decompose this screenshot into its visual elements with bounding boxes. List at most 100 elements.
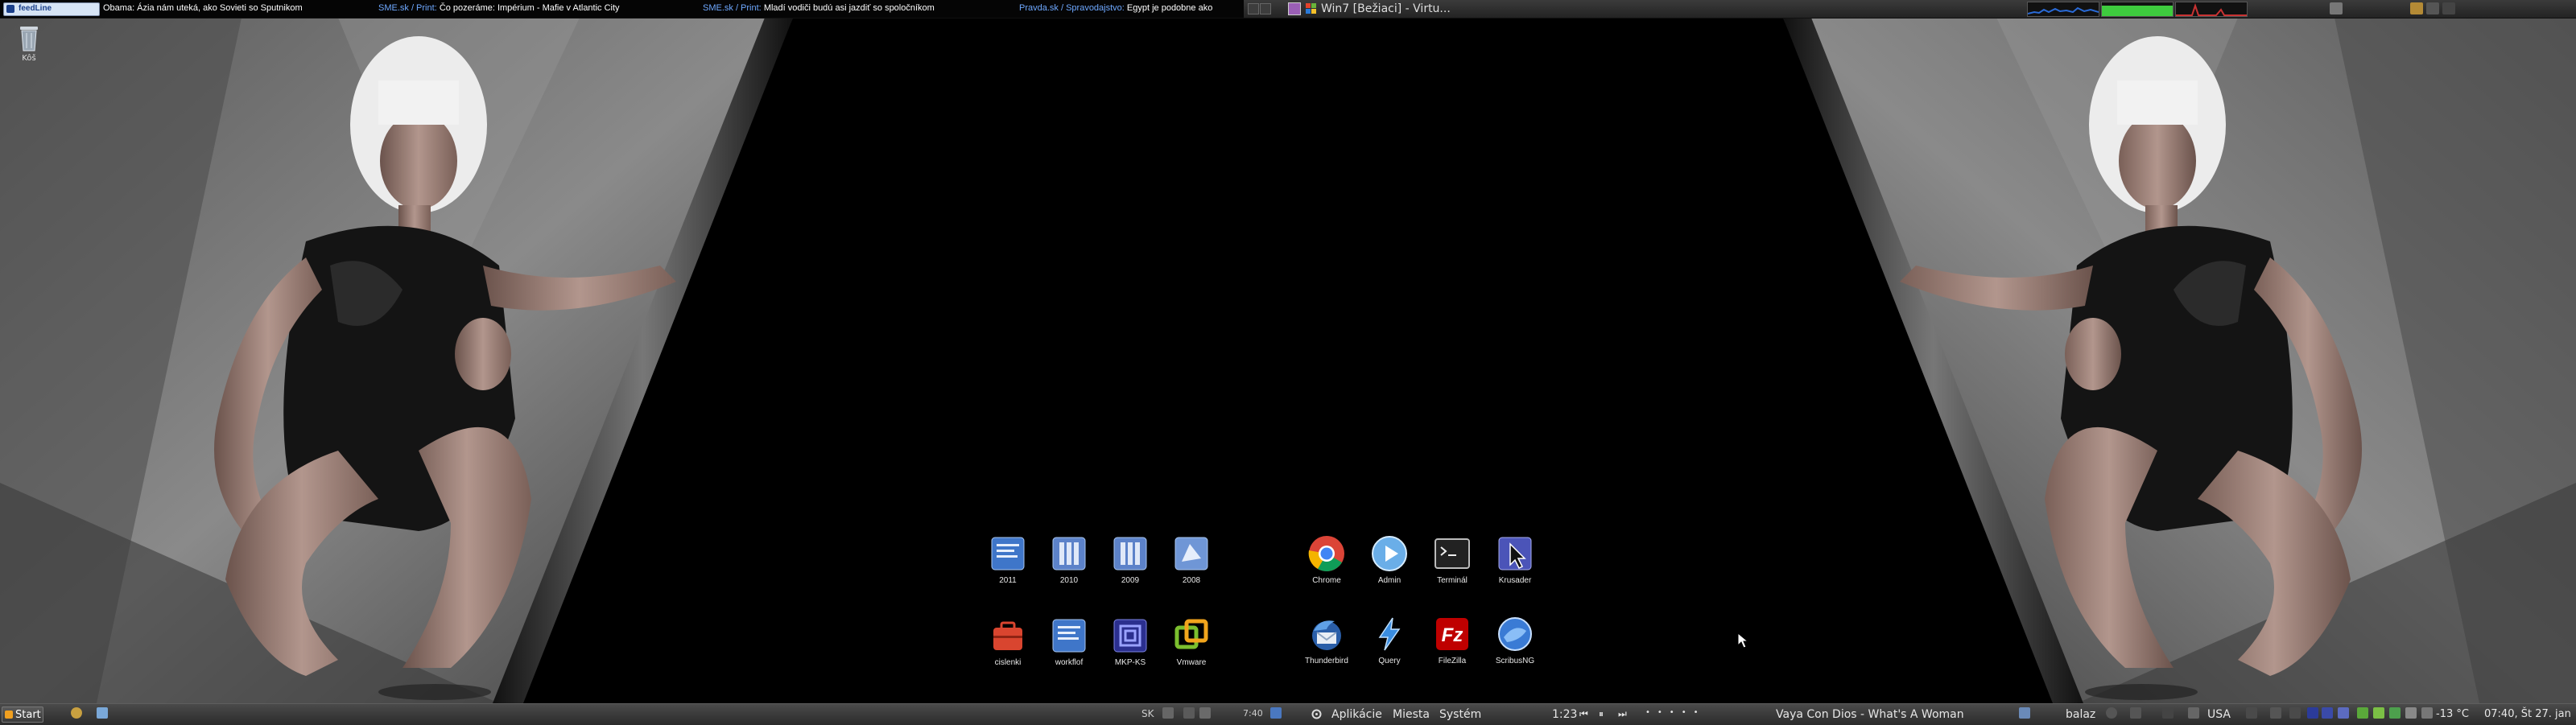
files-launcher-icon[interactable] [97, 707, 108, 719]
memory-monitor[interactable] [2101, 2, 2174, 17]
tray-icon[interactable] [1162, 707, 1174, 719]
trash-desktop-icon[interactable]: Kôš [13, 24, 45, 63]
previous-track-icon[interactable]: ⏮ [1579, 708, 1588, 720]
desktop-icon-scribusng[interactable]: ScribusNG [1483, 615, 1547, 666]
desktop-icon-vmware[interactable]: Vmware [1159, 616, 1224, 668]
desktop-icon-label: workflof [1055, 658, 1084, 667]
virtualbox-icon [1288, 2, 1301, 15]
network-icon[interactable] [2289, 707, 2301, 719]
ticker-headline: Egypt je podobne ako [1126, 3, 1213, 13]
menu-applications[interactable]: Aplikácie [1331, 708, 1382, 721]
applet-icon[interactable] [2426, 2, 2439, 14]
applet-icon[interactable] [2442, 2, 2455, 14]
tray-icon[interactable] [2405, 707, 2417, 719]
vmware-icon [1172, 616, 1211, 655]
vm-tray-icon[interactable] [1270, 707, 1282, 719]
network-monitor[interactable] [2027, 2, 2099, 17]
desktop-icon-krusader[interactable]: Krusader [1483, 534, 1547, 586]
desktop-icon-2008[interactable]: 2008 [1159, 534, 1224, 586]
power-icon[interactable] [2106, 707, 2117, 719]
language-indicator[interactable]: SK [1141, 708, 1154, 719]
pause-icon[interactable]: ⏸ [1599, 708, 1604, 720]
tray-green-icon[interactable] [2357, 707, 2368, 719]
desktop-icon-2009[interactable]: 2009 [1098, 534, 1162, 586]
weather-temperature[interactable]: -13 °C [2436, 708, 2469, 720]
ticker-source: Pravda.sk / Spravodajstvo: [1019, 3, 1125, 13]
user-icon[interactable] [2019, 707, 2030, 719]
desktop-icon-thunderbird[interactable]: Thunderbird [1294, 615, 1359, 666]
trash-icon [20, 27, 38, 51]
workspace-3[interactable] [2338, 707, 2349, 719]
tray-icon[interactable] [1199, 707, 1211, 719]
desktop-icon-2011[interactable]: 2011 [976, 534, 1040, 586]
tray-green-icon[interactable] [2389, 707, 2401, 719]
window-title: Win7 [Bežiaci] - Virtu... [1321, 2, 1451, 15]
now-playing[interactable]: Vaya Con Dios - What's A Woman [1776, 708, 1964, 721]
taskbar-window-virtualbox[interactable]: Win7 [Bežiaci] - Virtu... [1288, 1, 1513, 16]
battery-icon[interactable] [2330, 2, 2343, 14]
desktop-icon-label: Query [1378, 657, 1401, 665]
desktop-icon-label: 2010 [1059, 576, 1079, 585]
tray-green-icon[interactable] [2373, 707, 2384, 719]
ticker-source: SME.sk / Print: [378, 3, 437, 13]
desktop-icon-workflof[interactable]: workflof [1037, 616, 1101, 668]
desktop-icon-filezilla[interactable]: Fz FileZilla [1420, 615, 1484, 666]
player-time: 1:23 [1552, 708, 1578, 721]
start-button[interactable]: Start [2, 706, 43, 723]
weather-applet-icon[interactable] [2410, 2, 2423, 14]
desktop-icon-query[interactable]: Query [1357, 615, 1422, 666]
desktop-icon-label: Terminál [1437, 576, 1468, 585]
rss-icon [6, 5, 14, 13]
display-icon[interactable] [2130, 707, 2141, 719]
volume-icon[interactable] [2246, 707, 2257, 719]
ticker-prev-button[interactable] [1248, 3, 1259, 14]
desktop-icon-mkp-ks[interactable]: MKP-KS [1098, 616, 1162, 668]
next-track-icon[interactable]: ⏭ [1618, 708, 1627, 720]
network-graph [2028, 6, 2099, 14]
feedline-logo[interactable]: feedLine [3, 2, 100, 16]
tray-icon[interactable] [2421, 707, 2433, 719]
ticker-item[interactable]: Obama: Ázia nám uteká, ako Sovieti so Sp… [103, 3, 303, 13]
rating-dots-icon[interactable]: ••••• [1645, 708, 1706, 717]
browser-launcher-icon[interactable] [71, 707, 82, 719]
desktop-icon-label: Krusader [1498, 576, 1532, 585]
gnome-foot-icon[interactable] [1311, 708, 1323, 720]
keyboard-icon[interactable] [2188, 707, 2199, 719]
desktop-icon-admin[interactable]: Admin [1357, 534, 1422, 586]
news-ticker[interactable]: feedLine Obama: Ázia nám uteká, ako Sovi… [0, 0, 1244, 18]
desktop-icon-label: cislenki [994, 658, 1022, 667]
folder-doc-icon [1111, 534, 1150, 573]
vm-clock[interactable]: 7:40 [1243, 708, 1263, 719]
workspace-2[interactable] [2322, 707, 2333, 719]
tray-icon[interactable] [1183, 707, 1195, 719]
user-name[interactable]: balaz [2066, 708, 2095, 721]
wallpaper-right [1771, 0, 2576, 724]
ticker-item[interactable]: SME.sk / Print: Mladí vodiči budú asi ja… [703, 3, 935, 13]
menu-places[interactable]: Miesta [1393, 708, 1430, 721]
ticker-next-button[interactable] [1260, 3, 1271, 14]
desktop-icon-terminal[interactable]: Terminál [1420, 534, 1484, 586]
ticker-item[interactable]: SME.sk / Print: Čo pozeráme: Impérium - … [378, 3, 620, 13]
mail-icon[interactable] [2270, 707, 2281, 719]
ticker-source: SME.sk / Print: [703, 3, 762, 13]
folder-doc-icon [1050, 534, 1088, 573]
top-panel: feedLine Obama: Ázia nám uteká, ako Sovi… [0, 0, 2576, 19]
start-label: Start [15, 708, 41, 721]
ticker-item[interactable]: Pravda.sk / Spravodajstvo: Egypt je podo… [1019, 3, 1212, 13]
load-monitor[interactable] [2175, 2, 2248, 17]
desktop-icon-cislenki[interactable]: cislenki [976, 616, 1040, 668]
krusader-icon [1496, 534, 1534, 573]
desktop-icon-2010[interactable]: 2010 [1037, 534, 1101, 586]
feedline-logo-text: feedLine [19, 4, 52, 13]
desktop-icon-label: Admin [1377, 576, 1402, 585]
ticker-headline: Mladí vodiči budú asi jazdiť so spoloční… [763, 3, 935, 13]
keyboard-layout[interactable]: USA [2207, 708, 2231, 721]
wallpaper-left [0, 0, 805, 724]
windows-logo-icon [1306, 3, 1316, 14]
menu-system[interactable]: Systém [1439, 708, 1481, 721]
bluetooth-icon[interactable] [2162, 707, 2174, 719]
clock-datetime[interactable]: 07:40, Št 27. jan [2484, 708, 2571, 720]
workspace-1[interactable] [2307, 707, 2318, 719]
chrome-icon [1307, 534, 1346, 573]
desktop-icon-chrome[interactable]: Chrome [1294, 534, 1359, 586]
